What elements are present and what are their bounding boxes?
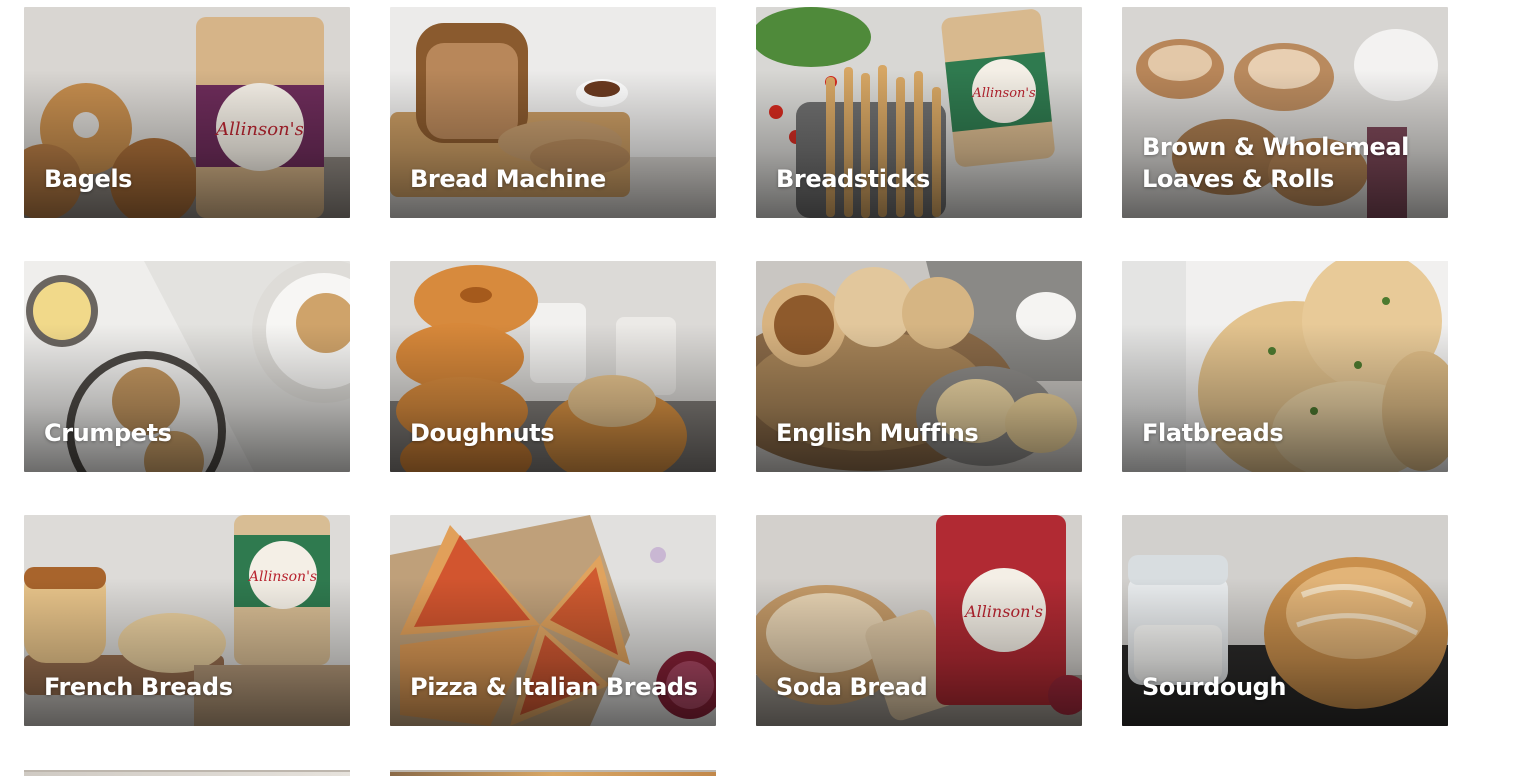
category-label: Bread Machine: [410, 165, 606, 193]
category-card-bagels[interactable]: Allinson's Bagels: [24, 7, 350, 218]
category-card-bread-machine[interactable]: Bread Machine: [390, 7, 716, 218]
category-card-french-breads[interactable]: Allinson's French Breads: [24, 515, 350, 726]
category-label: Flatbreads: [1142, 419, 1284, 447]
category-label: Doughnuts: [410, 419, 555, 447]
category-card-crumpets[interactable]: Crumpets: [24, 261, 350, 472]
category-label: Bagels: [44, 165, 133, 193]
category-card-english-muffins[interactable]: English Muffins: [756, 261, 1082, 472]
category-card-doughnuts[interactable]: Doughnuts: [390, 261, 716, 472]
category-card-pizza-italian[interactable]: Pizza & Italian Breads: [390, 515, 716, 726]
category-card-flatbreads[interactable]: Flatbreads: [1122, 261, 1448, 472]
category-label: Brown & Wholemeal Loaves & Rolls: [1142, 133, 1409, 193]
category-card-next-row-2[interactable]: [390, 770, 716, 776]
category-card-breadsticks[interactable]: Allinson's Breadsticks: [756, 7, 1082, 218]
category-label: Soda Bread: [776, 673, 928, 701]
category-label: French Breads: [44, 673, 233, 701]
category-card-soda-bread[interactable]: Allinson's Soda Bread: [756, 515, 1082, 726]
category-label: Sourdough: [1142, 673, 1287, 701]
category-label: English Muffins: [776, 419, 979, 447]
category-label: Breadsticks: [776, 165, 930, 193]
recipe-category-grid: Allinson's Bagels Bread Machine: [24, 7, 1448, 726]
category-label: Pizza & Italian Breads: [410, 673, 698, 701]
category-card-brown-wholemeal[interactable]: Brown & Wholemeal Loaves & Rolls: [1122, 7, 1448, 218]
category-card-next-row-1[interactable]: [24, 770, 350, 776]
category-label: Crumpets: [44, 419, 172, 447]
category-card-sourdough[interactable]: Sourdough: [1122, 515, 1448, 726]
